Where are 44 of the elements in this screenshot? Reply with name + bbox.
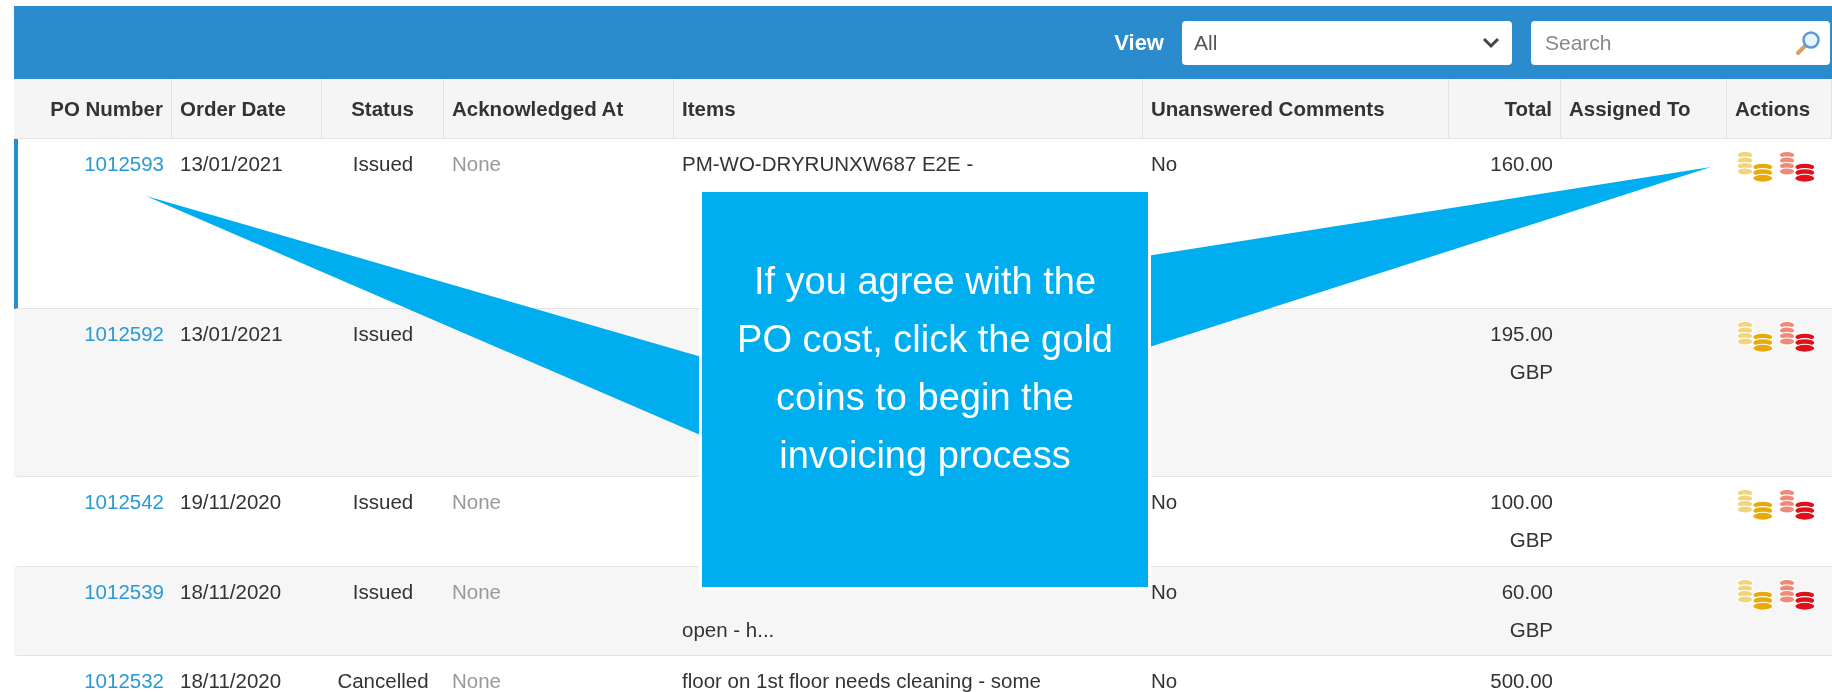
column-header[interactable]: Total — [1449, 79, 1561, 138]
table-cell: None — [452, 669, 501, 692]
table-cell-text: 160.00 — [1490, 151, 1553, 177]
view-dropdown[interactable]: All — [1182, 20, 1512, 65]
table-cell: Issued — [352, 322, 414, 345]
column-header[interactable]: Items — [674, 79, 1143, 138]
table-cell: None — [452, 580, 501, 603]
table-cell-text: 60.00 — [1501, 579, 1553, 605]
table-cell: Issued — [352, 152, 414, 175]
table-cell: 18/11/2020 — [180, 669, 282, 692]
column-header[interactable]: PO Number — [18, 79, 172, 138]
table-cell: No — [1151, 490, 1178, 513]
table-cell: 13/01/2021 — [180, 152, 283, 175]
table-cell: No — [1151, 669, 1178, 692]
table-cell-text: 195.00 — [1490, 321, 1553, 347]
table-row[interactable]: 1012532 18/11/2020 Cancelled None floor on 1st floor needs cleaning - some No 500.00 — [14, 656, 1832, 692]
table-cell-text: GBP — [1509, 527, 1553, 553]
table-cell: Issued — [352, 490, 414, 513]
callout-text: If you agree with the PO cost, click the gold coins to begin the invoicing process — [699, 189, 1151, 590]
table-cell-text: 100.00 — [1490, 489, 1553, 515]
table-cell: Cancelled — [337, 669, 429, 692]
column-header[interactable]: Status — [322, 79, 444, 138]
table-row[interactable]: 1012539 18/11/2020 Issued None open - h... No 60.00 GBP — [14, 567, 1832, 656]
column-header[interactable]: Order Date — [172, 79, 322, 138]
column-header[interactable]: Acknowledged At — [444, 79, 674, 138]
table-cell: PM-WO-DRYRUNXW687 E2E - — [682, 152, 974, 175]
table-cell: None — [452, 490, 501, 513]
table-cell: 13/01/2021 — [180, 322, 283, 345]
table-cell-text: GBP — [1509, 617, 1553, 643]
table-cell-text: 500.00 — [1490, 668, 1553, 692]
table-cell: 19/11/2020 — [180, 490, 282, 513]
table-cell: None — [452, 152, 501, 175]
table-cell: floor on 1st floor needs cleaning - some — [682, 669, 1041, 692]
table-cell-text: GBP — [1509, 359, 1553, 385]
table-cell: Issued — [352, 580, 414, 603]
column-header[interactable]: Unanswered Comments — [1143, 79, 1449, 138]
table-cell: No — [1151, 152, 1178, 175]
column-header[interactable]: Assigned To — [1561, 79, 1727, 138]
table-cell: 18/11/2020 — [180, 580, 282, 603]
column-header[interactable]: Actions — [1727, 79, 1832, 138]
search-field[interactable]: Search — [1531, 20, 1830, 65]
table-cell: open - h... — [682, 618, 775, 641]
table-cell: No — [1151, 580, 1178, 603]
view-label: View — [1114, 29, 1164, 56]
